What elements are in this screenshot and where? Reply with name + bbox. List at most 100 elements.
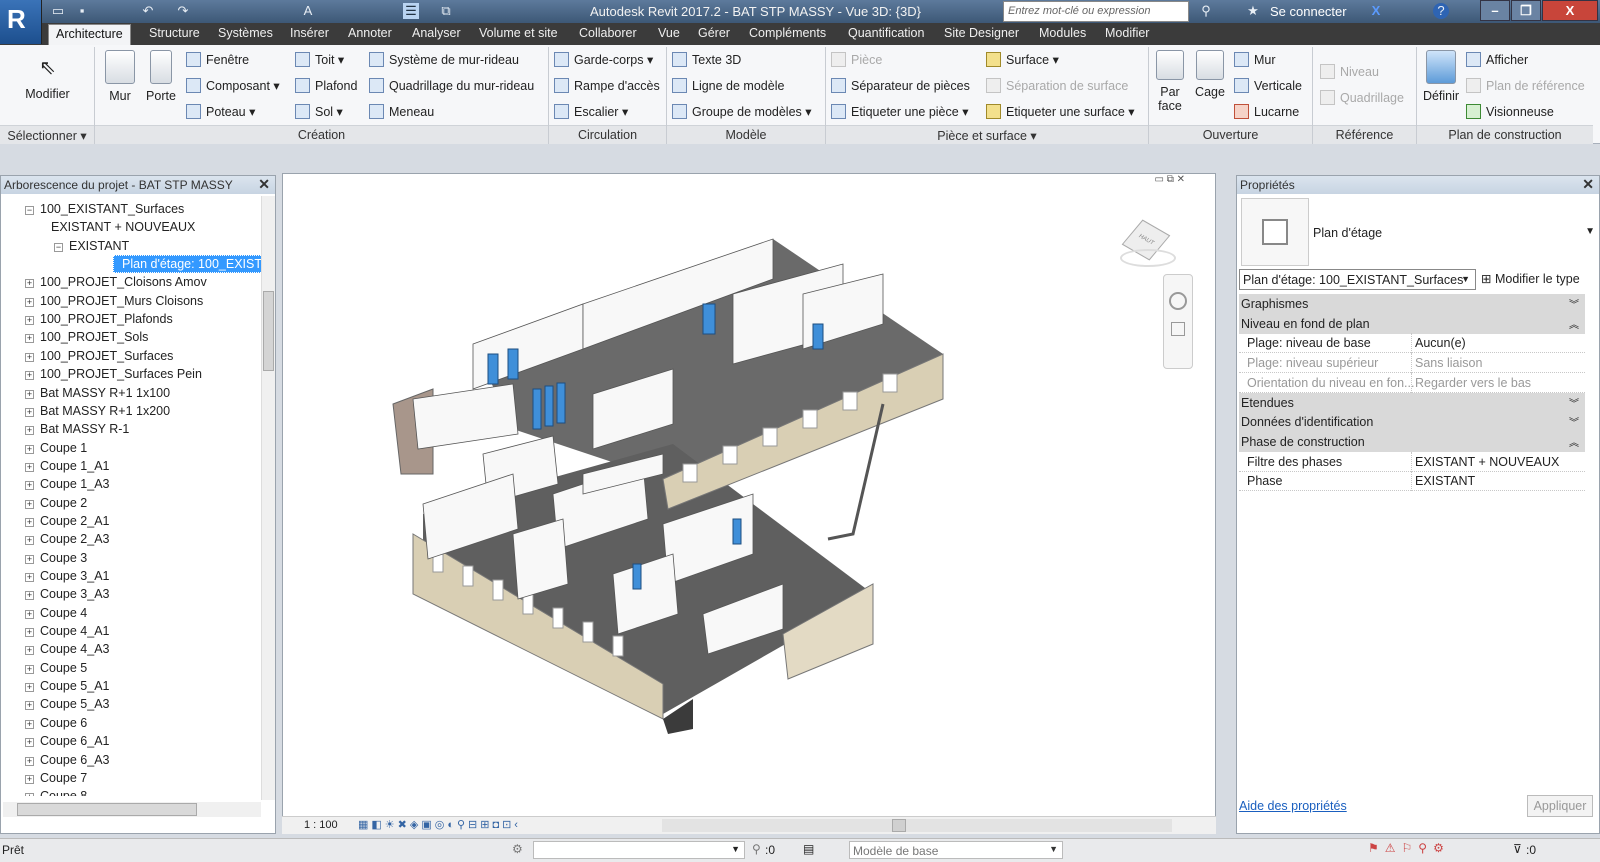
- tree-item[interactable]: +100_PROJET_Murs Cloisons: [25, 294, 203, 312]
- expand-icon[interactable]: +: [25, 426, 34, 436]
- expand-icon[interactable]: +: [25, 738, 34, 748]
- expand-icon[interactable]: +: [25, 352, 34, 362]
- tree-item[interactable]: +100_PROJET_Plafonds: [25, 312, 173, 330]
- property-row[interactable]: Filtre des phases EXISTANT + NOUVEAUX: [1239, 451, 1585, 472]
- text3d-button[interactable]: Texte 3D: [672, 52, 741, 67]
- expand-icon[interactable]: +: [25, 334, 34, 344]
- tree-item[interactable]: + Bat MASSY R+1 1x200: [25, 404, 170, 422]
- expand-icon[interactable]: +: [25, 554, 34, 564]
- expand-icon[interactable]: +: [25, 719, 34, 729]
- chevron-icon[interactable]: ︾: [1569, 414, 1579, 429]
- property-group[interactable]: Phase de construction ︽: [1239, 431, 1585, 452]
- tree-item[interactable]: + Coupe 7: [25, 771, 87, 789]
- tag-area-button[interactable]: Etiqueter une surface ▾: [986, 104, 1135, 119]
- zoom-icon[interactable]: [1171, 322, 1185, 336]
- expand-icon[interactable]: +: [25, 683, 34, 693]
- expand-icon[interactable]: +: [25, 499, 34, 509]
- sign-in-link[interactable]: Se connecter: [1270, 4, 1347, 19]
- tree-item[interactable]: +100_PROJET_Surfaces Pein: [25, 367, 202, 385]
- tree-item[interactable]: + Coupe 5: [25, 661, 87, 679]
- chevron-icon[interactable]: ︾: [1569, 395, 1579, 410]
- area-button[interactable]: Surface ▾: [986, 52, 1059, 67]
- tree-item[interactable]: + Coupe 2_A3: [25, 532, 110, 550]
- component-button[interactable]: Composant ▾: [186, 78, 280, 93]
- property-group[interactable]: Données d'identification ︾: [1239, 412, 1585, 433]
- navigation-bar[interactable]: [1163, 274, 1193, 369]
- tree-item[interactable]: + Coupe 5_A1: [25, 679, 110, 697]
- close-icon[interactable]: ✕: [1582, 176, 1594, 193]
- tree-item[interactable]: + Coupe 6: [25, 716, 87, 734]
- tab-compl-ments[interactable]: Compléments: [749, 26, 826, 40]
- vertical-opening-button[interactable]: Verticale: [1234, 78, 1302, 93]
- type-selector[interactable]: Plan d'étage: [1313, 226, 1382, 240]
- ceiling-button[interactable]: Plafond: [295, 78, 357, 93]
- tree-item[interactable]: + Coupe 4_A3: [25, 642, 110, 660]
- expand-icon[interactable]: +: [25, 573, 34, 582]
- curtain-system-button[interactable]: Système de mur-rideau: [369, 52, 519, 67]
- expand-icon[interactable]: +: [25, 316, 34, 326]
- design-options-icon[interactable]: ▤: [803, 842, 814, 856]
- tree-item[interactable]: + Coupe 5_A3: [25, 697, 110, 715]
- room-button[interactable]: Pièce: [831, 52, 882, 67]
- tree-item[interactable]: + Coupe 1_A1: [25, 459, 110, 477]
- model-line-button[interactable]: Ligne de modèle: [672, 78, 784, 93]
- collapse-icon[interactable]: −: [25, 206, 34, 215]
- binoculars-icon[interactable]: ⚲: [1198, 3, 1214, 19]
- property-row[interactable]: Orientation du niveau en fon... Regarder …: [1239, 372, 1585, 393]
- expand-icon[interactable]: +: [25, 646, 34, 656]
- property-value[interactable]: Sans liaison: [1415, 356, 1482, 370]
- dormer-button[interactable]: Lucarne: [1234, 104, 1299, 119]
- chevron-icon[interactable]: ︽: [1569, 316, 1579, 331]
- by-face-button[interactable]: Par face: [1152, 50, 1188, 113]
- tree-item[interactable]: + Coupe 6_A3: [25, 753, 110, 771]
- tree-item[interactable]: + Coupe 4_A1: [25, 624, 110, 642]
- ramp-button[interactable]: Rampe d'accès: [554, 78, 660, 93]
- tab-structure[interactable]: Structure: [149, 26, 200, 40]
- wall-button[interactable]: Mur: [102, 50, 138, 103]
- expand-icon[interactable]: +: [25, 774, 34, 784]
- expand-icon[interactable]: +: [25, 389, 34, 399]
- expand-icon[interactable]: +: [25, 664, 34, 674]
- tab-architecture[interactable]: Architecture: [48, 24, 131, 45]
- tree-item[interactable]: + Bat MASSY R-1: [25, 422, 129, 440]
- chevron-icon[interactable]: ︾: [1569, 296, 1579, 311]
- property-group[interactable]: Niveau en fond de plan ︽: [1239, 313, 1585, 334]
- steering-wheel-icon[interactable]: [1169, 292, 1187, 310]
- expand-icon[interactable]: +: [25, 279, 34, 289]
- area-boundary-button[interactable]: Séparation de surface: [986, 78, 1128, 93]
- selection-options-icons[interactable]: ⚑⚠⚐⚲⚙: [1368, 841, 1450, 855]
- expand-icon[interactable]: +: [25, 591, 34, 601]
- floor-button[interactable]: Sol ▾: [295, 104, 343, 119]
- tab-collaborer[interactable]: Collaborer: [579, 26, 637, 40]
- edit-type-button[interactable]: ⊞ Modifier le type: [1481, 271, 1580, 286]
- mullion-button[interactable]: Meneau: [369, 104, 434, 119]
- workset-select[interactable]: ▼: [533, 841, 745, 859]
- exchange-icon[interactable]: X: [1368, 3, 1384, 19]
- close-hidden-windows-icon[interactable]: ⧉: [438, 3, 454, 19]
- save-icon[interactable]: ▪: [74, 3, 90, 19]
- railing-button[interactable]: Garde-corps ▾: [554, 52, 653, 67]
- undo-icon[interactable]: ↶: [140, 3, 156, 19]
- browser-horizontal-scrollbar[interactable]: [3, 802, 261, 817]
- tree-item[interactable]: + Coupe 2: [25, 496, 87, 514]
- expand-icon[interactable]: +: [25, 609, 34, 619]
- 3d-view[interactable]: HAUT ▭ ⧉ ✕: [282, 173, 1216, 834]
- tree-item[interactable]: +100_PROJET_Surfaces: [25, 349, 173, 367]
- grid-button[interactable]: Quadrillage: [1320, 90, 1404, 105]
- building-model-3d[interactable]: [283, 174, 1215, 814]
- expand-icon[interactable]: +: [25, 444, 34, 454]
- viewer-button[interactable]: Visionneuse: [1466, 104, 1554, 119]
- tree-item[interactable]: + Coupe 3_A1: [25, 569, 110, 587]
- curtain-grid-button[interactable]: Quadrillage du mur-rideau: [369, 78, 534, 93]
- wall-opening-button[interactable]: Mur: [1234, 52, 1276, 67]
- property-row[interactable]: Plage: niveau de base Aucun(e): [1239, 333, 1585, 354]
- tree-item[interactable]: + Coupe 2_A1: [25, 514, 110, 532]
- search-input[interactable]: Entrez mot-clé ou expression: [1003, 1, 1189, 22]
- thin-lines-icon[interactable]: ☰: [403, 3, 419, 19]
- model-group-button[interactable]: Groupe de modèles ▾: [672, 104, 812, 119]
- application-menu-button[interactable]: R: [0, 0, 42, 44]
- properties-help-link[interactable]: Aide des propriétés: [1239, 799, 1347, 813]
- tab-quantification[interactable]: Quantification: [848, 26, 924, 40]
- reference-plane-button[interactable]: Plan de référence: [1466, 78, 1585, 93]
- set-workplane-button[interactable]: Définir: [1420, 50, 1462, 103]
